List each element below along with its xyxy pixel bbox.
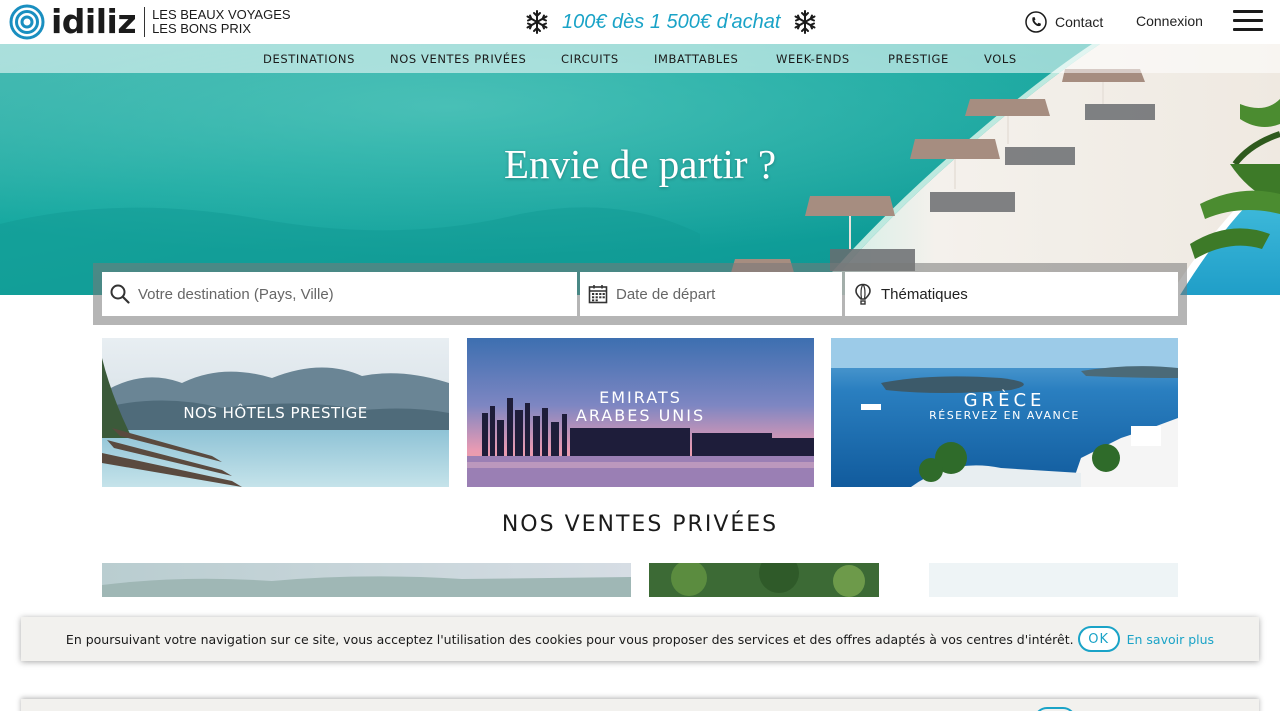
tagline-line-1: LES BEAUX VOYAGES	[152, 7, 291, 22]
nav-item-week-ends[interactable]: WEEK-ENDS	[776, 52, 850, 66]
nav-item-destinations[interactable]: DESTINATIONS	[263, 52, 355, 66]
contact-link[interactable]: Contact	[1025, 10, 1103, 34]
snowflake-icon	[794, 10, 816, 34]
cookie-ok-button[interactable]: OK	[1077, 626, 1120, 652]
nav-item-ventes-privees[interactable]: NOS VENTES PRIVÉES	[390, 52, 526, 66]
cookie-ok-button-duplicate	[1034, 707, 1076, 711]
card-grece[interactable]: GRÈCE RÉSERVEZ EN AVANCE	[831, 338, 1178, 487]
departure-date-field[interactable]	[580, 272, 842, 316]
private-sale-card[interactable]	[102, 563, 631, 597]
card-hotels-prestige[interactable]: NOS HÔTELS PRESTIGE	[102, 338, 449, 487]
page: idiliz LES BEAUX VOYAGES LES BONS PRIX 1…	[0, 0, 1280, 711]
search-bar: Thématiques	[93, 263, 1187, 325]
site-header: idiliz LES BEAUX VOYAGES LES BONS PRIX 1…	[0, 0, 1280, 44]
logo-wordmark: idiliz	[51, 2, 137, 41]
search-icon	[102, 284, 138, 304]
main-nav: DESTINATIONS NOS VENTES PRIVÉES CIRCUITS…	[0, 44, 1280, 73]
card-emirats-line-1: EMIRATS	[599, 388, 682, 407]
card-grece-line-1: GRÈCE	[963, 390, 1046, 411]
hero-title: Envie de partir ?	[503, 141, 777, 187]
sale-image	[649, 563, 1178, 597]
logo-divider	[144, 7, 146, 37]
themes-select[interactable]: Thématiques	[845, 272, 1178, 316]
themes-label: Thématiques	[881, 285, 968, 303]
card-emirats-line-2: ARABES UNIS	[575, 406, 706, 425]
card-emirats[interactable]: EMIRATS ARABES UNIS	[467, 338, 814, 487]
calendar-icon	[580, 284, 616, 304]
departure-date-input[interactable]	[616, 272, 842, 316]
cookie-banner: En poursuivant votre navigation sur ce s…	[21, 617, 1259, 661]
promo-text: 100€ dès 1 500€ d'achat	[562, 10, 781, 33]
destination-input[interactable]	[138, 272, 577, 316]
nav-item-imbattables[interactable]: IMBATTABLES	[654, 52, 738, 66]
logo-tagline: LES BEAUX VOYAGES LES BONS PRIX	[152, 8, 290, 36]
logo-mark-icon	[9, 4, 45, 40]
menu-bar	[1233, 19, 1263, 22]
contact-label: Contact	[1055, 14, 1104, 30]
hamburger-menu-icon[interactable]	[1233, 10, 1263, 32]
login-link[interactable]: Connexion	[1136, 13, 1203, 29]
card-grece-line-2: RÉSERVEZ EN AVANCE	[929, 409, 1080, 422]
tagline-line-2: LES BONS PRIX	[152, 21, 252, 36]
balloon-icon	[845, 283, 881, 305]
sale-image	[102, 563, 631, 597]
nav-item-vols[interactable]: VOLS	[984, 52, 1017, 66]
cookie-banner-duplicate	[21, 699, 1259, 711]
card-hotels-prestige-label: NOS HÔTELS PRESTIGE	[183, 404, 368, 422]
menu-bar	[1233, 28, 1263, 31]
nav-item-prestige[interactable]: PRESTIGE	[888, 52, 949, 66]
menu-bar	[1233, 10, 1263, 13]
promo-banner[interactable]: 100€ dès 1 500€ d'achat	[524, 8, 818, 36]
private-sale-card[interactable]	[649, 563, 1178, 597]
nav-item-circuits[interactable]: CIRCUITS	[561, 52, 619, 66]
phone-icon	[1025, 11, 1047, 33]
snowflake-icon	[526, 10, 548, 34]
cookie-learn-more-link[interactable]: En savoir plus	[1127, 632, 1214, 647]
logo[interactable]: idiliz LES BEAUX VOYAGES LES BONS PRIX	[9, 4, 291, 40]
cookie-message: En poursuivant votre navigation sur ce s…	[65, 631, 1074, 647]
destination-field[interactable]	[102, 272, 577, 316]
private-sales-title: NOS VENTES PRIVÉES	[501, 512, 779, 537]
